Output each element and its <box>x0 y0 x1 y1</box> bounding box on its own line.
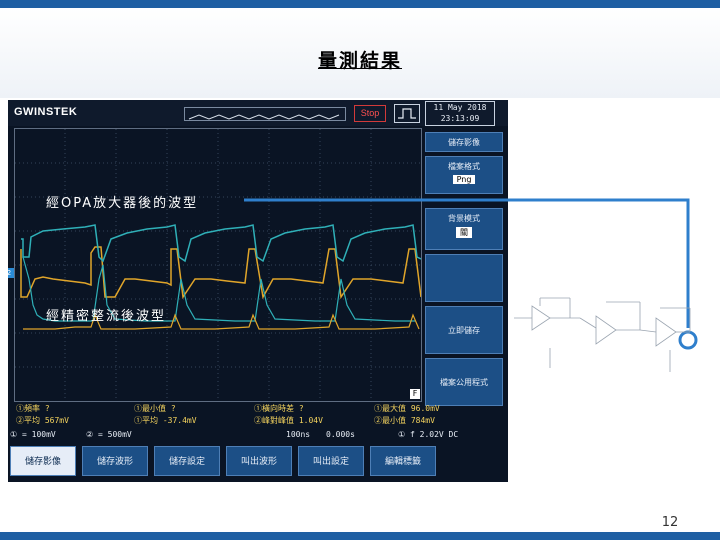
menu-recall-waveform[interactable]: 叫出波形 <box>226 446 292 476</box>
trigger-edge-icon <box>394 104 420 123</box>
waveform-display <box>15 129 422 401</box>
circuit-schematic-thumbnail <box>514 297 691 372</box>
softkey-label: 背景模式 <box>448 214 480 223</box>
measurement-item: ①最大值 96.0mV <box>374 404 440 413</box>
softkey-ink-saver[interactable]: 背景模式 關 <box>425 208 503 250</box>
softkey-value: 關 <box>456 227 472 238</box>
trigger-status: ① f 2.02V DC <box>398 430 459 439</box>
top-accent-bar <box>0 0 720 8</box>
scope-top-bar: GWINSTEK Stop 11 May 2018 23:13:09 <box>8 100 508 126</box>
ch1-scale: ① = 100mV <box>10 430 56 439</box>
timebase-scale: 100ns <box>286 430 311 439</box>
measurement-item: ②最小值 784mV <box>374 416 435 425</box>
opa-waveform-note: 經OPA放大器後的波型 <box>46 196 199 211</box>
page-number: 12 <box>661 515 679 530</box>
menu-save-waveform[interactable]: 儲存波形 <box>82 446 148 476</box>
ch2-position-marker[interactable]: 2 <box>8 268 14 278</box>
measurement-readout: ①頻率 ? ①最小值 ? ①橫向時差 ? ①最大值 96.0mV ②平均 567… <box>14 403 494 427</box>
waveform-plot <box>14 128 422 402</box>
softkey-label: 立即儲存 <box>448 326 480 335</box>
memory-marker-icon: F <box>410 389 420 399</box>
menu-save-setup[interactable]: 儲存設定 <box>154 446 220 476</box>
channel-status-bar: ① = 100mV ② = 500mV 100ns 0.000s ① f 2.0… <box>8 430 508 442</box>
softkey-save-now[interactable]: 立即儲存 <box>425 306 503 354</box>
menu-recall-setup[interactable]: 叫出設定 <box>298 446 364 476</box>
bottom-accent-bar <box>0 532 720 540</box>
measurement-item: ②平均 567mV <box>16 416 69 425</box>
overview-trace-icon <box>188 114 340 120</box>
waveform-overview <box>184 107 346 121</box>
ch2-waveform <box>21 224 422 263</box>
run-stop-indicator[interactable]: Stop <box>354 105 386 122</box>
softkey-save-image[interactable]: 儲存影像 <box>425 132 503 152</box>
softkey-file-utilities[interactable]: 檔案公用程式 <box>425 358 503 406</box>
measurement-item: ①最小值 ? <box>134 404 176 413</box>
softkey-label: 檔案格式 <box>448 162 480 171</box>
date-time-display: 11 May 2018 23:13:09 <box>425 101 495 126</box>
graticule-grid <box>15 129 421 401</box>
softkey-value: Png <box>452 175 476 184</box>
horizontal-offset: 0.000s <box>326 430 355 439</box>
brand-logo: GWINSTEK <box>14 106 78 118</box>
ch2-scale: ② = 500mV <box>86 430 132 439</box>
softkey-label: 儲存影像 <box>448 138 480 147</box>
measurement-item: ②峰對峰值 1.04V <box>254 416 323 425</box>
measurement-item: ①平均 -37.4mV <box>134 416 197 425</box>
menu-save-image[interactable]: 儲存影像 <box>10 446 76 476</box>
softkey-file-format[interactable]: 檔案格式 Png <box>425 156 503 194</box>
rectifier-waveform-note: 經精密整流後波型 <box>46 309 167 324</box>
measurement-item: ①頻率 ? <box>16 404 50 413</box>
slide-title: 量測結果 <box>317 50 402 72</box>
time-text: 23:13:09 <box>440 114 480 123</box>
oscilloscope-screenshot: GWINSTEK Stop 11 May 2018 23:13:09 2 F 儲… <box>8 100 508 482</box>
ch1-waveform <box>20 246 422 300</box>
date-text: 11 May 2018 <box>433 103 487 112</box>
measurement-item: ①橫向時差 ? <box>254 404 304 413</box>
menu-edit-label[interactable]: 編輯標籤 <box>370 446 436 476</box>
softkey-blank[interactable] <box>425 254 503 302</box>
bottom-menu: 儲存影像 儲存波形 儲存設定 叫出波形 叫出設定 編輯標籤 <box>8 444 508 482</box>
softkey-label: 檔案公用程式 <box>440 378 488 387</box>
